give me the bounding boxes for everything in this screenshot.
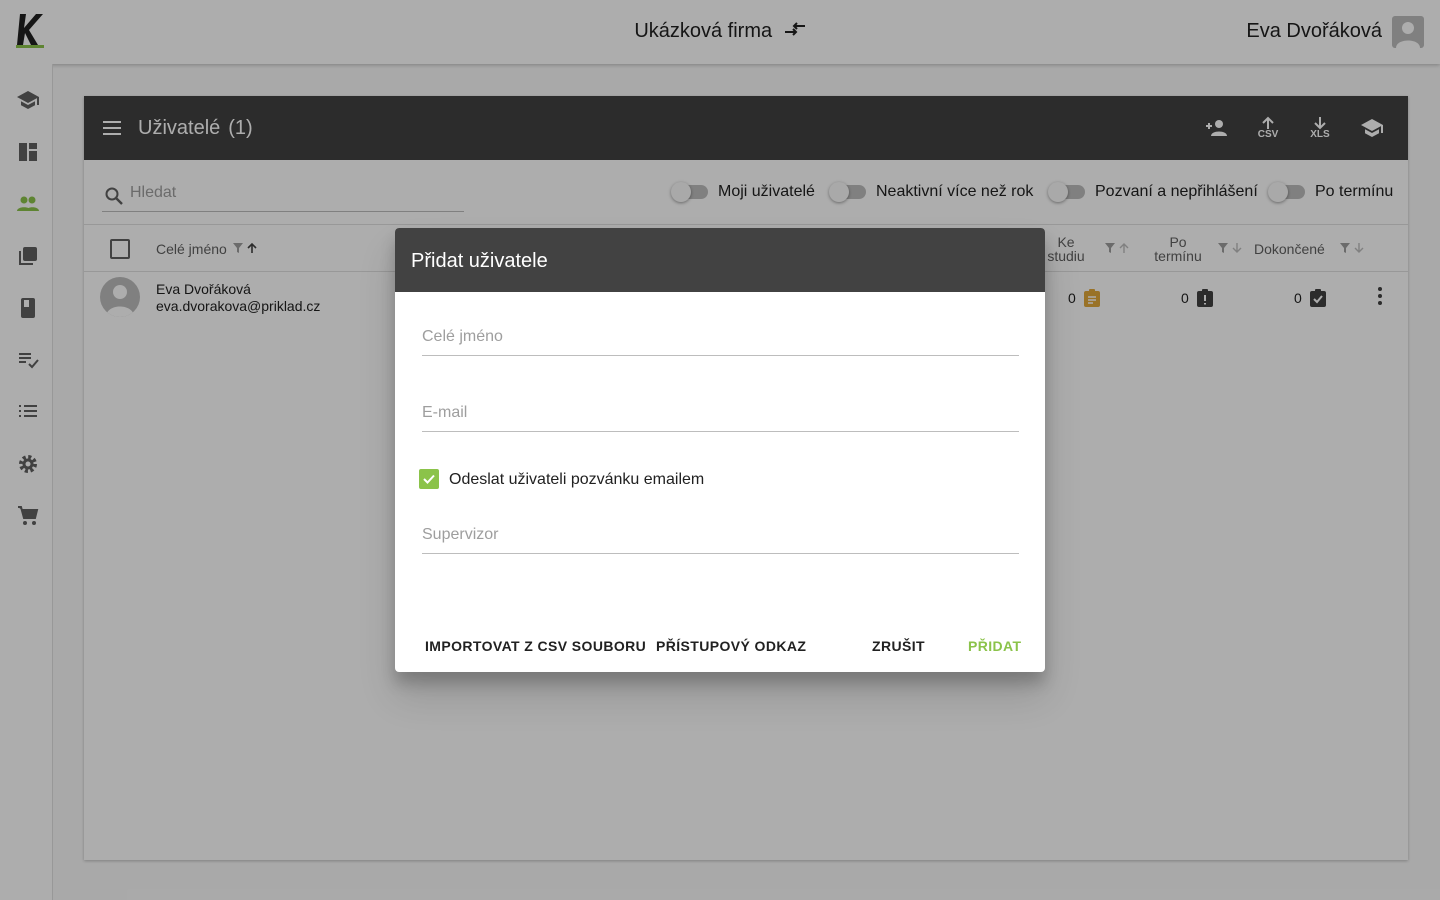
send-invite-checkbox[interactable] bbox=[419, 469, 439, 489]
import-csv-button[interactable]: IMPORTOVAT Z CSV SOUBORU bbox=[425, 638, 646, 654]
add-button[interactable]: PŘIDAT bbox=[968, 638, 1021, 654]
full-name-field bbox=[422, 320, 1019, 356]
dialog-header: Přidat uživatele bbox=[395, 228, 1045, 292]
check-icon bbox=[423, 474, 435, 484]
supervisor-field bbox=[422, 518, 1019, 554]
access-link-button[interactable]: PŘÍSTUPOVÝ ODKAZ bbox=[656, 638, 806, 654]
full-name-input[interactable] bbox=[422, 328, 1019, 346]
email-input[interactable] bbox=[422, 404, 1019, 422]
send-invite-label[interactable]: Odeslat uživateli pozvánku emailem bbox=[449, 471, 704, 489]
cancel-button[interactable]: ZRUŠIT bbox=[872, 638, 925, 654]
supervisor-input[interactable] bbox=[422, 526, 1019, 544]
dialog-title: Přidat uživatele bbox=[411, 250, 548, 272]
add-user-dialog: Přidat uživatele Odeslat uživateli pozvá… bbox=[395, 228, 1045, 672]
email-field bbox=[422, 396, 1019, 432]
